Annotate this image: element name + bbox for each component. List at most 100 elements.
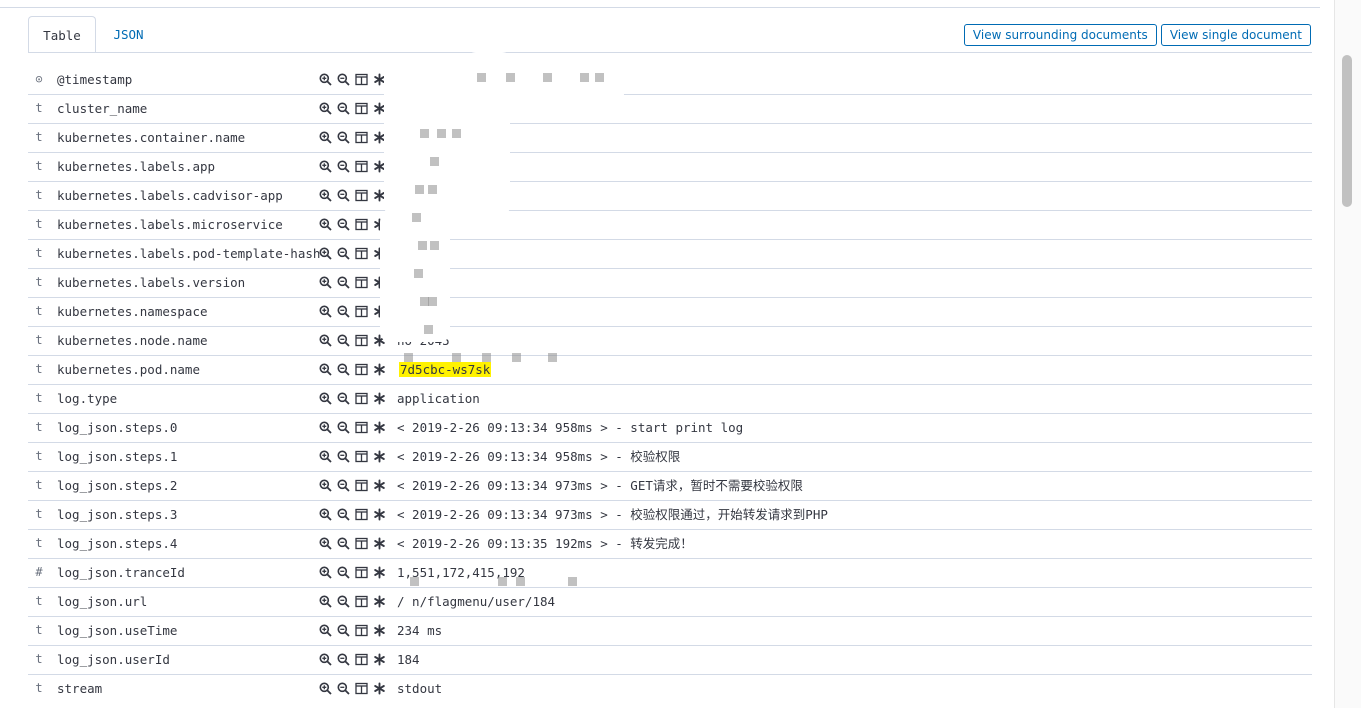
filter-out-value-button[interactable]	[337, 450, 350, 463]
toggle-column-button[interactable]	[355, 334, 368, 347]
toggle-column-button[interactable]	[355, 160, 368, 173]
view-surrounding-documents-button[interactable]: View surrounding documents	[963, 24, 1157, 46]
field-name: kubernetes.labels.cadvisor-app	[57, 188, 283, 203]
filter-for-value-button[interactable]	[319, 189, 332, 202]
filter-for-value-button[interactable]	[319, 73, 332, 86]
toggle-column-button[interactable]	[355, 189, 368, 202]
filter-out-value-button[interactable]	[337, 218, 350, 231]
toggle-column-button[interactable]	[355, 276, 368, 289]
tab-table[interactable]: Table	[28, 16, 96, 53]
filter-out-value-button[interactable]	[337, 479, 350, 492]
redaction-pixel	[412, 213, 421, 222]
filter-for-value-button[interactable]	[319, 131, 332, 144]
filter-for-value-button[interactable]	[319, 160, 332, 173]
toggle-column-button[interactable]	[355, 682, 368, 695]
filter-for-value-button[interactable]	[319, 247, 332, 260]
filter-for-value-button[interactable]	[319, 450, 332, 463]
table-row: t log_json.steps.0 < 2019-2-26 09:13:34 95…	[28, 414, 1312, 443]
filter-for-value-button[interactable]	[319, 653, 332, 666]
filter-out-value-button[interactable]	[337, 653, 350, 666]
redaction-pixel	[418, 241, 427, 250]
toggle-column-button[interactable]	[355, 102, 368, 115]
filter-for-value-button[interactable]	[319, 276, 332, 289]
filter-out-value-button[interactable]	[337, 595, 350, 608]
filter-out-value-button[interactable]	[337, 334, 350, 347]
filter-exists-button[interactable]	[373, 421, 386, 434]
zoom-out-icon	[337, 421, 350, 434]
zoom-out-icon	[337, 218, 350, 231]
redaction-pixel	[512, 353, 521, 362]
filter-out-value-button[interactable]	[337, 363, 350, 376]
filter-exists-button[interactable]	[373, 363, 386, 376]
toggle-column-button[interactable]	[355, 392, 368, 405]
toggle-column-button[interactable]	[355, 624, 368, 637]
filter-out-value-button[interactable]	[337, 392, 350, 405]
filter-for-value-button[interactable]	[319, 595, 332, 608]
filter-out-value-button[interactable]	[337, 682, 350, 695]
filter-exists-button[interactable]	[373, 392, 386, 405]
filter-out-value-button[interactable]	[337, 421, 350, 434]
filter-for-value-button[interactable]	[319, 363, 332, 376]
filter-exists-button[interactable]	[373, 508, 386, 521]
filter-for-value-button[interactable]	[319, 305, 332, 318]
toggle-column-button[interactable]	[355, 537, 368, 550]
toggle-column-button[interactable]	[355, 305, 368, 318]
filter-for-value-button[interactable]	[319, 537, 332, 550]
table-row: tkubernetes.namespacem	[28, 298, 1312, 327]
filter-for-value-button[interactable]	[319, 508, 332, 521]
filter-out-value-button[interactable]	[337, 160, 350, 173]
zoom-in-icon	[319, 595, 332, 608]
toggle-column-button[interactable]	[355, 479, 368, 492]
table-column-icon	[355, 334, 368, 347]
tab-json[interactable]: JSON	[96, 16, 161, 53]
filter-exists-button[interactable]	[373, 479, 386, 492]
filter-for-value-button[interactable]	[319, 682, 332, 695]
filter-exists-button[interactable]	[373, 595, 386, 608]
table-row: tkubernetes.labels.pod-template-hash1767	[28, 240, 1312, 269]
filter-for-value-button[interactable]	[319, 479, 332, 492]
filter-out-value-button[interactable]	[337, 566, 350, 579]
toggle-column-button[interactable]	[355, 131, 368, 144]
filter-for-value-button[interactable]	[319, 566, 332, 579]
filter-out-value-button[interactable]	[337, 537, 350, 550]
zoom-in-icon	[319, 305, 332, 318]
filter-out-value-button[interactable]	[337, 73, 350, 86]
toggle-column-button[interactable]	[355, 73, 368, 86]
filter-for-value-button[interactable]	[319, 421, 332, 434]
scrollbar-track[interactable]	[1334, 0, 1361, 708]
filter-for-value-button[interactable]	[319, 334, 332, 347]
filter-out-value-button[interactable]	[337, 624, 350, 637]
toggle-column-button[interactable]	[355, 421, 368, 434]
toggle-column-button[interactable]	[355, 218, 368, 231]
filter-exists-button[interactable]	[373, 653, 386, 666]
filter-exists-button[interactable]	[373, 450, 386, 463]
scrollbar-thumb[interactable]	[1342, 55, 1352, 207]
filter-out-value-button[interactable]	[337, 102, 350, 115]
toggle-column-button[interactable]	[355, 450, 368, 463]
zoom-out-icon	[337, 247, 350, 260]
toggle-column-button[interactable]	[355, 653, 368, 666]
filter-out-value-button[interactable]	[337, 189, 350, 202]
filter-exists-button[interactable]	[373, 537, 386, 550]
filter-out-value-button[interactable]	[337, 508, 350, 521]
filter-for-value-button[interactable]	[319, 392, 332, 405]
filter-exists-button[interactable]	[373, 566, 386, 579]
filter-for-value-button[interactable]	[319, 218, 332, 231]
redaction-pixel	[410, 577, 419, 586]
filter-exists-button[interactable]	[373, 624, 386, 637]
filter-for-value-button[interactable]	[319, 102, 332, 115]
toggle-column-button[interactable]	[355, 247, 368, 260]
view-single-document-button[interactable]: View single document	[1160, 24, 1311, 46]
filter-out-value-button[interactable]	[337, 131, 350, 144]
filter-out-value-button[interactable]	[337, 276, 350, 289]
filter-exists-button[interactable]	[373, 682, 386, 695]
toggle-column-button[interactable]	[355, 508, 368, 521]
toggle-column-button[interactable]	[355, 363, 368, 376]
zoom-out-icon	[337, 334, 350, 347]
toggle-column-button[interactable]	[355, 595, 368, 608]
filter-for-value-button[interactable]	[319, 624, 332, 637]
filter-out-value-button[interactable]	[337, 247, 350, 260]
field-name: kubernetes.labels.version	[57, 275, 246, 290]
toggle-column-button[interactable]	[355, 566, 368, 579]
filter-out-value-button[interactable]	[337, 305, 350, 318]
